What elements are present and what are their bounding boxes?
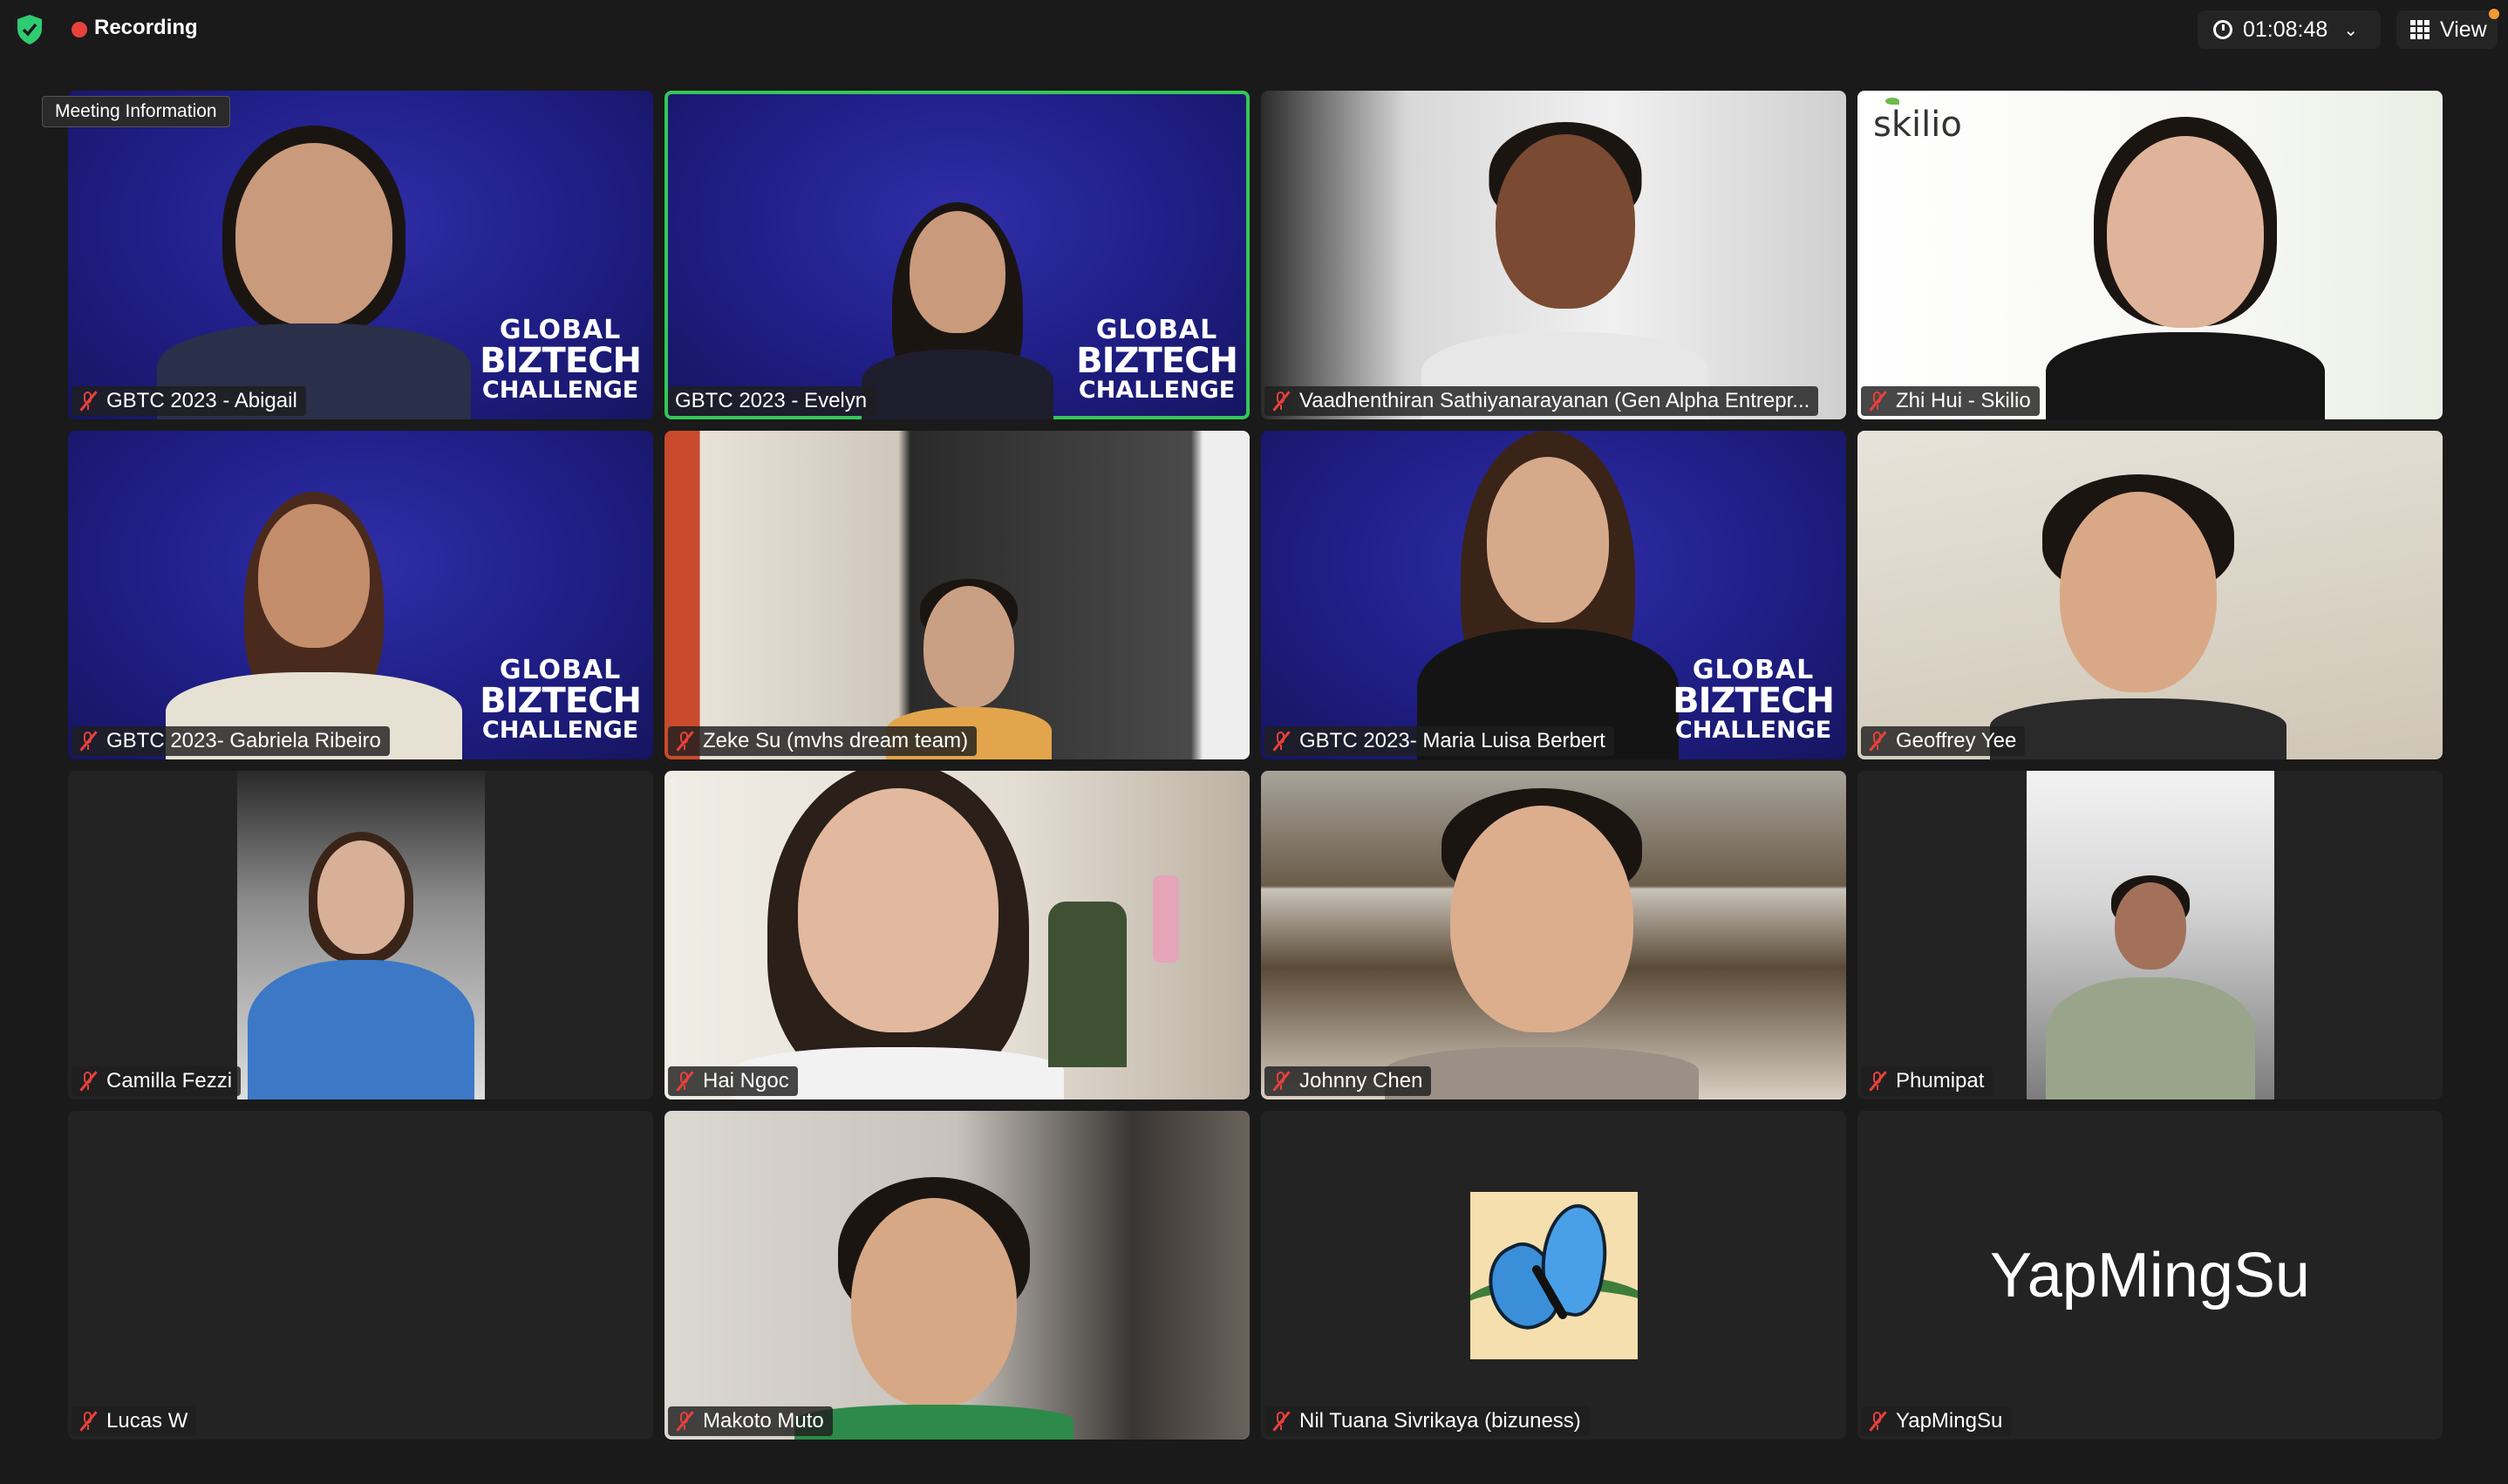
video-tile[interactable]: Geoffrey Yee [1857, 431, 2443, 759]
participant-name: GBTC 2023- Gabriela Ribeiro [106, 729, 381, 752]
muted-mic-icon [1868, 731, 1887, 752]
hanging-uniform [1048, 902, 1127, 1067]
participant-video [794, 1111, 1073, 1440]
participant-name-tag: YapMingSu [1861, 1406, 2012, 1436]
participant-name: GBTC 2023 - Evelyn [675, 389, 868, 412]
muted-mic-icon [1271, 391, 1291, 412]
participant-name: Makoto Muto [703, 1409, 824, 1433]
participant-name: Johnny Chen [1299, 1069, 1423, 1093]
muted-mic-icon [1868, 1071, 1887, 1092]
biztech-logo: GLOBAL BIZTECH CHALLENGE [480, 655, 642, 744]
video-tile-active-speaker[interactable]: GLOBAL BIZTECH CHALLENGE GBTC 2023 - Eve… [664, 91, 1250, 419]
participant-video [882, 431, 1056, 759]
muted-mic-icon [1271, 731, 1291, 752]
participant-video [1421, 91, 1709, 419]
grid-icon [2410, 20, 2430, 39]
meeting-timer[interactable]: 01:08:48 ⌄ [2198, 10, 2381, 49]
muted-mic-icon [1868, 1411, 1887, 1432]
muted-mic-icon [1868, 391, 1887, 412]
muted-mic-icon [1271, 1411, 1291, 1432]
participant-name-tag: Camilla Fezzi [72, 1066, 242, 1096]
participant-video [237, 771, 485, 1099]
video-tile[interactable]: GLOBAL BIZTECH CHALLENGE GBTC 2023 - Abi… [68, 91, 653, 419]
biztech-logo: GLOBAL BIZTECH CHALLENGE [1076, 315, 1238, 404]
participant-name: YapMingSu [1896, 1409, 2003, 1433]
clock-icon [2213, 20, 2232, 39]
participant-name-tag: GBTC 2023 - Abigail [72, 386, 306, 416]
security-shield-icon[interactable] [16, 14, 44, 45]
video-tile[interactable]: Phumipat [1857, 771, 2443, 1099]
muted-mic-icon [675, 1411, 694, 1432]
meeting-information-tooltip[interactable]: Meeting Information [42, 96, 230, 127]
participant-name: Camilla Fezzi [106, 1069, 233, 1093]
participant-name: GBTC 2023 - Abigail [106, 389, 297, 412]
participant-name-tag: Zeke Su (mvhs dream team) [668, 726, 978, 756]
video-tile[interactable]: GLOBAL BIZTECH CHALLENGE GBTC 2023- Gabr… [68, 431, 653, 759]
participant-name-tag: Hai Ngoc [668, 1066, 798, 1096]
view-label: View [2440, 17, 2487, 42]
video-tile-camera-off[interactable]: Nil Tuana Sivrikaya (bizuness) [1261, 1111, 1846, 1440]
timer-value: 01:08:48 [2243, 17, 2328, 42]
muted-mic-icon [78, 731, 98, 752]
participant-name: Hai Ngoc [703, 1069, 789, 1093]
participant-name: Nil Tuana Sivrikaya (bizuness) [1299, 1409, 1581, 1433]
participant-display-name: YapMingSu [1990, 1240, 2310, 1310]
chevron-down-icon: ⌄ [2343, 20, 2359, 40]
participant-name-tag: Phumipat [1861, 1066, 1993, 1096]
participant-name-tag: Makoto Muto [668, 1406, 833, 1436]
biztech-logo: GLOBAL BIZTECH CHALLENGE [1673, 655, 1835, 744]
muted-mic-icon [78, 1411, 98, 1432]
participant-name-tag: Geoffrey Yee [1861, 726, 2026, 756]
participant-video [2045, 91, 2325, 419]
muted-mic-icon [78, 1071, 98, 1092]
video-tile[interactable]: skilio Zhi Hui - Skilio [1857, 91, 2443, 419]
muted-mic-icon [1271, 1071, 1291, 1092]
participant-name-tag: Vaadhenthiran Sathiyanarayanan (Gen Alph… [1264, 386, 1819, 416]
video-tile[interactable]: Makoto Muto [664, 1111, 1250, 1440]
participant-name: Zeke Su (mvhs dream team) [703, 729, 969, 752]
notification-dot [2489, 9, 2499, 19]
skilio-logo: skilio [1873, 98, 1962, 145]
participant-name: Phumipat [1896, 1069, 1985, 1093]
participant-name: Lucas W [106, 1409, 188, 1433]
muted-mic-icon [675, 731, 694, 752]
participant-name-tag: Zhi Hui - Skilio [1861, 386, 2040, 416]
participant-name: Zhi Hui - Skilio [1896, 389, 2031, 412]
participant-name-tag: Lucas W [72, 1406, 197, 1436]
participant-video [156, 91, 471, 419]
participant-name-tag: Johnny Chen [1264, 1066, 1432, 1096]
participant-name-tag: GBTC 2023- Maria Luisa Berbert [1264, 726, 1614, 756]
meeting-topbar: Recording 01:08:48 ⌄ View [0, 0, 2508, 61]
biztech-logo: GLOBAL BIZTECH CHALLENGE [480, 315, 642, 404]
muted-mic-icon [78, 391, 98, 412]
view-button[interactable]: View [2396, 9, 2499, 49]
participant-video [1385, 771, 1700, 1099]
hanging-cloth [1153, 875, 1179, 963]
participant-name-tag: GBTC 2023- Gabriela Ribeiro [72, 726, 390, 756]
video-tile[interactable]: Camilla Fezzi [68, 771, 653, 1099]
recording-label[interactable]: Recording [94, 16, 198, 40]
participant-video [853, 91, 1062, 419]
video-tile-camera-off[interactable]: Lucas W [68, 1111, 653, 1440]
video-tile[interactable]: Hai Ngoc [664, 771, 1250, 1099]
participant-video [1990, 431, 2287, 759]
participant-video [733, 771, 1065, 1099]
video-tile-camera-off[interactable]: YapMingSu YapMingSu [1857, 1111, 2443, 1440]
participant-name: Vaadhenthiran Sathiyanarayanan (Gen Alph… [1299, 389, 1810, 412]
participant-video [165, 431, 462, 759]
video-tile[interactable]: Johnny Chen [1261, 771, 1846, 1099]
muted-mic-icon [675, 1071, 694, 1092]
participant-name-tag: GBTC 2023 - Evelyn [668, 386, 876, 416]
video-tile[interactable]: Vaadhenthiran Sathiyanarayanan (Gen Alph… [1261, 91, 1846, 419]
recording-dot-icon [72, 22, 87, 37]
participant-name: GBTC 2023- Maria Luisa Berbert [1299, 729, 1605, 752]
participant-name-tag: Nil Tuana Sivrikaya (bizuness) [1264, 1406, 1590, 1436]
participant-video [2027, 771, 2274, 1099]
participant-video [1408, 431, 1687, 759]
butterfly-avatar-image [1469, 1191, 1638, 1359]
video-tile[interactable]: Zeke Su (mvhs dream team) [664, 431, 1250, 759]
participant-name: Geoffrey Yee [1896, 729, 2017, 752]
video-tile[interactable]: GLOBAL BIZTECH CHALLENGE GBTC 2023- Mari… [1261, 431, 1846, 759]
